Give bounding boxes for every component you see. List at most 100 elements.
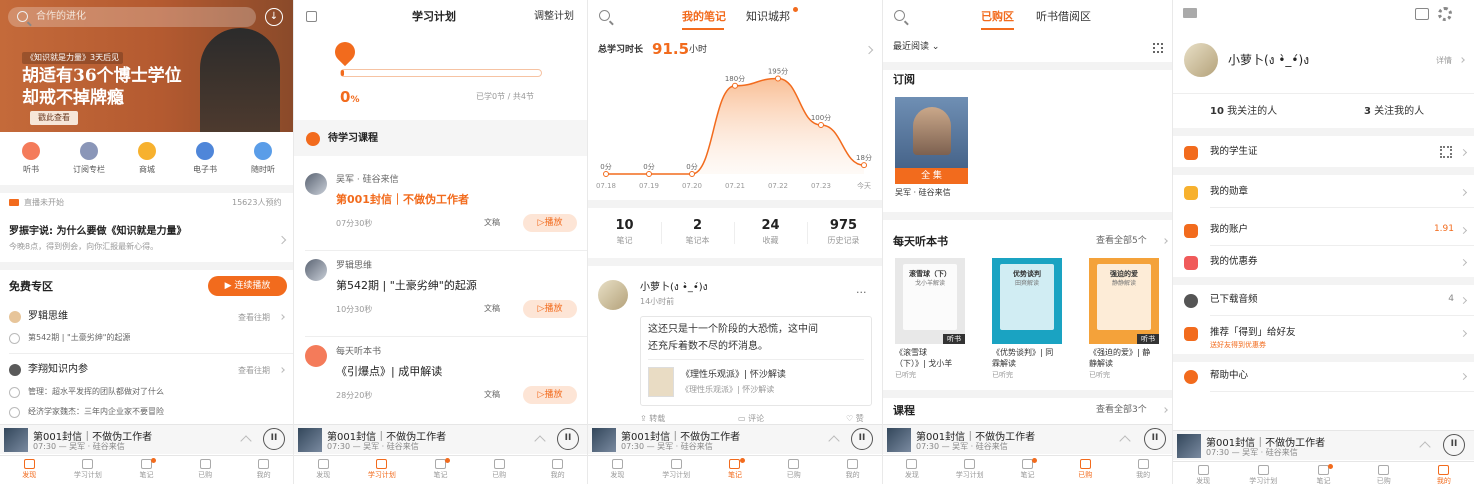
tab-4[interactable]: 我的 xyxy=(528,456,587,484)
menu-item[interactable]: 我的学生证 xyxy=(1173,139,1474,167)
subscription-cover[interactable]: 全 集 xyxy=(895,97,968,184)
pause-button[interactable]: II xyxy=(851,428,873,450)
switch-icon[interactable] xyxy=(1415,8,1429,20)
chart-point[interactable] xyxy=(732,82,738,89)
tab-4[interactable]: 我的 xyxy=(1114,456,1172,484)
tab-1[interactable]: 学习计划 xyxy=(1233,462,1293,484)
item-episode[interactable]: 第542期 | "土豪劣绅"的起源 xyxy=(28,333,130,343)
tab-4[interactable]: 我的 xyxy=(823,456,882,484)
tab-knowledge-city[interactable]: 知识城邦 xyxy=(746,10,790,23)
search-icon[interactable] xyxy=(894,10,905,21)
tab-purchased[interactable]: 已购区 xyxy=(981,10,1014,23)
play-button[interactable]: ▷播放 xyxy=(523,300,577,318)
mini-player[interactable]: 第001封信｜不做伪工作者 07:30 — 吴军 · 硅谷来信 II xyxy=(0,424,293,454)
pause-button[interactable]: II xyxy=(1144,428,1166,450)
user-name[interactable]: 小萝卜(ง •̀_•́)ง xyxy=(1228,53,1309,67)
live-title[interactable]: 罗振宇说: 为什么要做《知识就是力量》 xyxy=(9,226,186,238)
more-icon[interactable]: ··· xyxy=(856,286,867,299)
play-circle-icon[interactable] xyxy=(9,407,20,418)
item-author[interactable]: 罗辑思维 xyxy=(28,311,68,323)
settings-icon[interactable] xyxy=(1438,7,1452,21)
user-avatar[interactable] xyxy=(598,280,628,310)
mail-icon[interactable] xyxy=(1183,8,1197,18)
tab-2[interactable]: 笔记 xyxy=(999,456,1057,484)
tab-3[interactable]: 已购 xyxy=(1354,462,1414,484)
detail-link[interactable]: 详情 xyxy=(1436,56,1452,66)
book-cover[interactable]: 优势谈判 田爽解读 xyxy=(992,258,1062,344)
mini-player[interactable]: 第001封信｜不做伪工作者 07:30 — 吴军 · 硅谷来信 II xyxy=(883,424,1172,454)
sort-select[interactable]: 最近阅读 ⌄ xyxy=(893,42,939,53)
chart-point[interactable] xyxy=(603,171,609,177)
download-icon[interactable]: ↓ xyxy=(265,8,283,26)
tab-1[interactable]: 学习计划 xyxy=(941,456,999,484)
stat-item[interactable]: 2 笔记本 xyxy=(661,214,734,250)
continuous-play-button[interactable]: ▶ 连续播放 xyxy=(208,276,287,296)
pause-button[interactable]: II xyxy=(557,428,579,450)
tab-1[interactable]: 学习计划 xyxy=(647,456,706,484)
doc-link[interactable]: 文稿 xyxy=(484,218,500,228)
tab-4[interactable]: 我的 xyxy=(1414,462,1474,484)
mini-player[interactable]: 第001封信｜不做伪工作者 07:30 — 吴军 · 硅谷来信 II xyxy=(1173,430,1474,460)
user-avatar[interactable] xyxy=(1184,43,1218,77)
menu-item[interactable]: 推荐「得到」给好友 送好友得到优惠券 xyxy=(1173,320,1474,354)
menu-item[interactable]: 已下载音频 4 xyxy=(1173,287,1474,315)
followers-count[interactable]: 3 关注我的人 xyxy=(1364,106,1424,118)
chart-point[interactable] xyxy=(861,162,867,169)
category-item[interactable]: 随时听 xyxy=(248,142,278,178)
repost-button[interactable]: ⇪ 转载 xyxy=(640,414,665,424)
category-item[interactable]: 商城 xyxy=(132,142,162,178)
tab-2[interactable]: 笔记 xyxy=(1293,462,1353,484)
search-box[interactable]: 合作的进化 xyxy=(8,7,256,27)
mini-player[interactable]: 第001封信｜不做伪工作者 07:30 — 吴军 · 硅谷来信 II xyxy=(294,424,587,454)
category-item[interactable]: 订阅专栏 xyxy=(73,142,105,178)
chart-point[interactable] xyxy=(646,171,652,177)
expand-icon[interactable] xyxy=(1419,441,1431,453)
item-episode[interactable]: 管理：超水平发挥的团队都做对了什么 xyxy=(28,387,164,397)
like-button[interactable]: ♡ 赞 xyxy=(846,414,864,424)
item-more[interactable]: 查看往期 xyxy=(238,313,270,323)
item-more[interactable]: 查看往期 xyxy=(238,366,270,376)
daily-book-more[interactable]: 查看全部5个 xyxy=(1096,236,1147,247)
menu-item[interactable]: 我的账户 1.91 xyxy=(1173,217,1474,245)
banner[interactable]: 合作的进化 ↓ 《知识就是力量》3天后见 胡适有36个博士学位 却戒不掉牌瘾 戳… xyxy=(0,0,293,132)
stat-item[interactable]: 975 历史记录 xyxy=(807,214,880,250)
expand-icon[interactable] xyxy=(1119,435,1131,447)
course-more[interactable]: 查看全部3个 xyxy=(1096,405,1147,416)
expand-icon[interactable] xyxy=(828,435,840,447)
book-cover[interactable]: 强迫的爱 静静解读 听书 xyxy=(1089,258,1159,344)
adjust-plan-link[interactable]: 调整计划 xyxy=(534,11,574,23)
book-cover[interactable]: 滚雪球（下） 戈小羊解读 听书 xyxy=(895,258,965,344)
item-author[interactable]: 李翔知识内参 xyxy=(28,364,88,376)
tab-3[interactable]: 已购 xyxy=(470,456,529,484)
expand-icon[interactable] xyxy=(240,435,252,447)
course-item[interactable]: 吴军 · 硅谷来信 第001封信｜不做伪工作者 07分30秒 文稿 ▷播放 xyxy=(294,171,587,251)
tab-my-notes[interactable]: 我的笔记 xyxy=(682,10,726,23)
tab-0[interactable]: 发现 xyxy=(294,456,353,484)
pause-button[interactable]: II xyxy=(263,428,285,450)
tab-4[interactable]: 我的 xyxy=(234,456,293,484)
expand-icon[interactable] xyxy=(534,435,546,447)
tab-1[interactable]: 学习计划 xyxy=(353,456,412,484)
following-count[interactable]: 10 我关注的人 xyxy=(1210,106,1277,118)
menu-item[interactable]: 帮助中心 xyxy=(1173,363,1474,391)
play-circle-icon[interactable] xyxy=(9,387,20,398)
course-item[interactable]: 每天听本书 《引爆点》| 成甲解读 28分20秒 文稿 ▷播放 xyxy=(294,343,587,423)
comment-button[interactable]: ▭ 评论 xyxy=(738,414,764,424)
chart-point[interactable] xyxy=(689,171,695,177)
pause-button[interactable]: II xyxy=(1443,434,1465,456)
play-circle-icon[interactable] xyxy=(9,333,20,344)
note-card[interactable]: 这还只是十一个阶段的大恐慌，这中间 还充斥着数不尽的坏消息。 《理性乐观派》| … xyxy=(640,316,872,406)
play-button[interactable]: ▷播放 xyxy=(523,214,577,232)
stat-item[interactable]: 24 收藏 xyxy=(734,214,807,250)
calendar-icon[interactable] xyxy=(306,11,317,22)
chart-point[interactable] xyxy=(818,122,824,128)
tab-2[interactable]: 笔记 xyxy=(706,456,765,484)
stat-item[interactable]: 10 笔记 xyxy=(588,214,661,250)
search-icon[interactable] xyxy=(599,10,610,21)
banner-button[interactable]: 戳此查看 xyxy=(30,111,78,125)
course-item[interactable]: 罗辑思维 第542期 | "土豪劣绅"的起源 10分30秒 文稿 ▷播放 xyxy=(294,257,587,337)
tab-1[interactable]: 学习计划 xyxy=(59,456,118,484)
doc-link[interactable]: 文稿 xyxy=(484,390,500,400)
note-user[interactable]: 小萝卜(ง •̀_•́)ง xyxy=(640,282,708,294)
tab-0[interactable]: 发现 xyxy=(588,456,647,484)
